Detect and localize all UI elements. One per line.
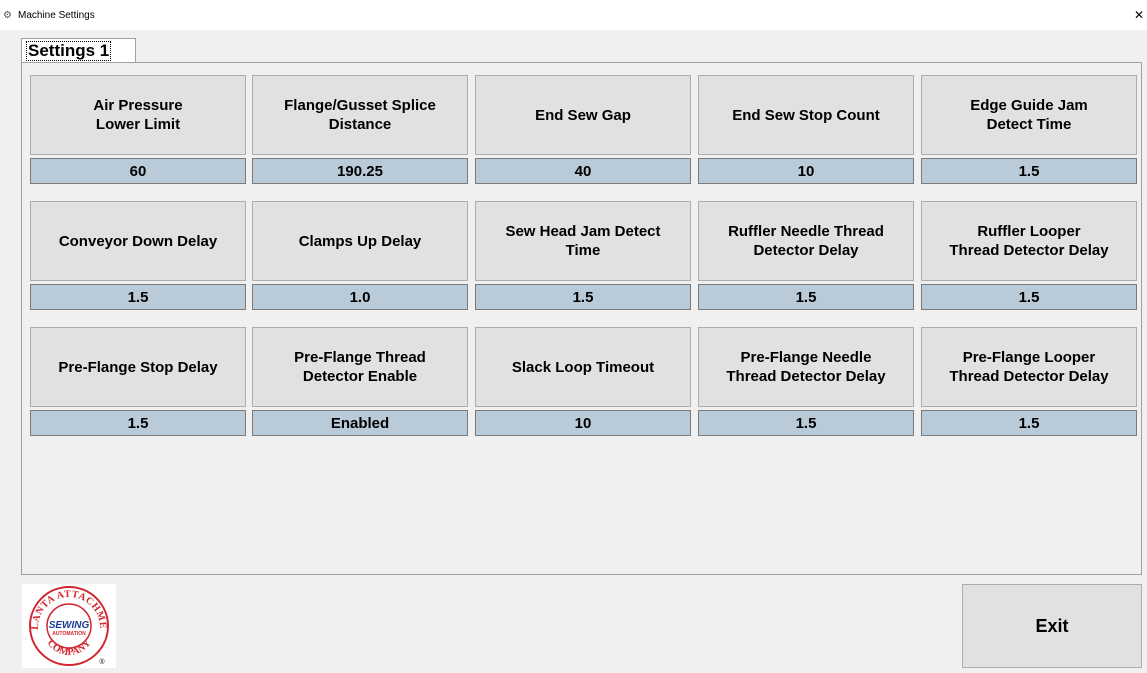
- window-title: Machine Settings: [18, 10, 95, 21]
- setting-button[interactable]: Conveyor Down Delay: [30, 201, 246, 281]
- company-logo: ATLANTA ATTACHMENT COMPANY SEWING AUTOMA…: [18, 576, 116, 668]
- setting-value: 190.25: [252, 158, 468, 184]
- setting-value: 1.5: [921, 284, 1137, 310]
- tab-label: Settings 1: [26, 41, 112, 61]
- setting-button[interactable]: Flange/Gusset Splice Distance: [252, 75, 468, 155]
- exit-button[interactable]: Exit: [962, 584, 1142, 668]
- setting-value: 1.5: [698, 410, 914, 436]
- svg-text:AUTOMATION: AUTOMATION: [52, 631, 86, 637]
- setting-button[interactable]: Pre-Flange Stop Delay: [30, 327, 246, 407]
- setting-value: 1.5: [30, 410, 246, 436]
- setting-button[interactable]: Edge Guide Jam Detect Time: [921, 75, 1137, 155]
- setting-value: 40: [475, 158, 691, 184]
- setting-button[interactable]: Clamps Up Delay: [252, 201, 468, 281]
- setting-value: 10: [698, 158, 914, 184]
- setting-value: 60: [30, 158, 246, 184]
- logo-icon: ATLANTA ATTACHMENT COMPANY SEWING AUTOMA…: [18, 576, 109, 666]
- setting-button[interactable]: Air Pressure Lower Limit: [30, 75, 246, 155]
- svg-text:SEWING: SEWING: [49, 620, 90, 631]
- setting-value: 1.5: [698, 284, 914, 310]
- setting-value: 1.5: [30, 284, 246, 310]
- setting-button[interactable]: End Sew Gap: [475, 75, 691, 155]
- setting-value: 10: [475, 410, 691, 436]
- setting-button[interactable]: Pre-Flange Thread Detector Enable: [252, 327, 468, 407]
- setting-value: 1.5: [475, 284, 691, 310]
- setting-button[interactable]: Pre-Flange Needle Thread Detector Delay: [698, 327, 914, 407]
- setting-button[interactable]: Pre-Flange Looper Thread Detector Delay: [921, 327, 1137, 407]
- svg-text:®: ®: [99, 658, 105, 666]
- setting-button[interactable]: Sew Head Jam Detect Time: [475, 201, 691, 281]
- setting-button[interactable]: End Sew Stop Count: [698, 75, 914, 155]
- setting-button[interactable]: Ruffler Needle Thread Detector Delay: [698, 201, 914, 281]
- setting-button[interactable]: Slack Loop Timeout: [475, 327, 691, 407]
- close-icon[interactable]: ✕: [1133, 8, 1145, 22]
- title-bar: ⚙ Machine Settings ✕: [0, 0, 1147, 30]
- setting-value: 1.5: [921, 410, 1137, 436]
- machine-icon: ⚙: [3, 10, 12, 21]
- setting-value: Enabled: [252, 410, 468, 436]
- setting-value: 1.0: [252, 284, 468, 310]
- tab-settings-1[interactable]: Settings 1: [21, 38, 136, 63]
- setting-button[interactable]: Ruffler Looper Thread Detector Delay: [921, 201, 1137, 281]
- setting-value: 1.5: [921, 158, 1137, 184]
